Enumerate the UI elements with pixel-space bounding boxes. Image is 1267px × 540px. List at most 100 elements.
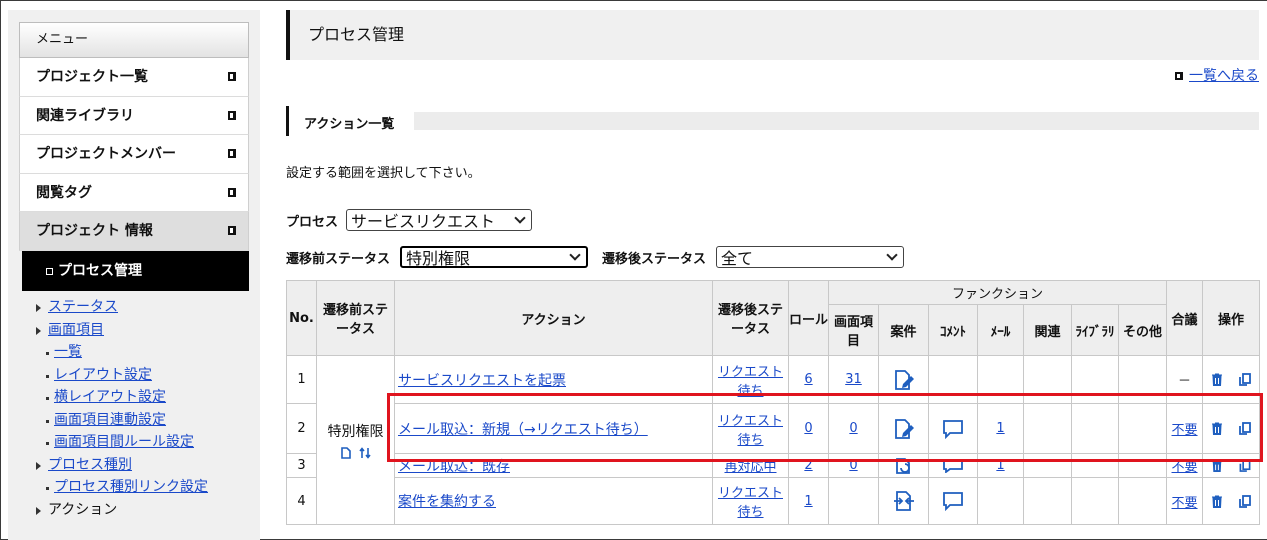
comment-icon[interactable] xyxy=(942,458,964,473)
from-status-select-value: 特別権限 xyxy=(406,249,471,268)
to-status-link[interactable]: リクエスト待ち xyxy=(718,365,783,399)
cell-library xyxy=(1071,453,1119,478)
cell-mail: 1 xyxy=(977,453,1024,478)
section-title-bar xyxy=(286,106,289,136)
role-link[interactable]: 2 xyxy=(804,458,812,473)
tree-link-linkage[interactable]: 画面項目連動設定 xyxy=(54,412,166,428)
to-status-link[interactable]: リクエスト待ち xyxy=(718,414,783,448)
process-select-value: サービスリクエスト xyxy=(351,212,496,231)
cell-library xyxy=(1071,355,1119,404)
cell-related xyxy=(1023,355,1072,404)
header-to-status: 遷移後ステータス xyxy=(712,280,789,356)
header-case: 案件 xyxy=(878,304,929,356)
cell-mail: 1 xyxy=(977,403,1024,454)
back-to-list-link[interactable]: 一覧へ戻る xyxy=(1189,68,1259,84)
bullet-arrow-icon xyxy=(228,72,236,81)
tree-link-status[interactable]: ステータス xyxy=(48,299,118,315)
comment-icon[interactable] xyxy=(942,491,964,511)
trash-icon[interactable] xyxy=(1211,459,1222,472)
sidebar-tree: ステータス 画面項目 一覧 レイアウト設定 横レイアウト設定 画面項目連動設定 … xyxy=(36,296,236,521)
tree-subitem-layout: レイアウト設定 xyxy=(36,364,236,387)
role-link[interactable]: 1 xyxy=(804,494,812,509)
cell-consensus: － xyxy=(1166,355,1204,404)
tree-link-process-type[interactable]: プロセス種別 xyxy=(48,457,132,473)
sidebar-item-related-library[interactable]: 関連ライブラリ xyxy=(19,96,249,135)
case-edit-icon[interactable] xyxy=(893,418,915,440)
operation-icons xyxy=(1203,459,1259,472)
triangle-right-icon xyxy=(36,506,41,515)
tree-link-list[interactable]: 一覧 xyxy=(54,344,82,360)
action-link[interactable]: メール取込：既存 xyxy=(398,459,510,475)
to-status-link[interactable]: リクエスト待ち xyxy=(718,486,783,520)
tree-link-rule[interactable]: 画面項目間ルール設定 xyxy=(54,434,194,450)
consensus-link[interactable]: 不要 xyxy=(1172,423,1198,438)
sidebar-item-label: プロジェクト 情報 xyxy=(36,223,153,239)
screen-items-link[interactable]: 0 xyxy=(849,458,857,473)
comment-icon[interactable] xyxy=(942,419,964,439)
instruction-text: 設定する範囲を選択して下さい。 xyxy=(286,166,481,181)
mail-link[interactable]: 1 xyxy=(996,458,1004,473)
copy-icon[interactable] xyxy=(1238,422,1251,435)
cell-action: サービスリクエストを起票 xyxy=(394,355,713,404)
sidebar-item-label: 閲覧タグ xyxy=(36,184,92,201)
tree-link-h-layout[interactable]: 横レイアウト設定 xyxy=(54,389,166,405)
cell-consensus: 不要 xyxy=(1166,477,1204,525)
table-row: 3 メール取込：既存 再対応中 2 0 1 不要 xyxy=(286,453,1261,478)
from-status-select[interactable]: 特別権限 xyxy=(400,246,589,268)
header-no: No. xyxy=(286,280,317,356)
section-title-rule xyxy=(414,112,1259,130)
header-action: アクション xyxy=(394,280,713,356)
bullet-arrow-icon xyxy=(228,226,236,235)
from-status-text: 特別権限 xyxy=(327,424,384,440)
process-select[interactable]: サービスリクエスト xyxy=(346,209,533,231)
role-link[interactable]: 6 xyxy=(804,372,812,387)
sidebar-subitem-process-management[interactable]: プロセス管理 xyxy=(22,250,249,291)
tree-link-screen-items[interactable]: 画面項目 xyxy=(48,322,104,338)
mail-link[interactable]: 1 xyxy=(996,421,1004,436)
sort-arrows-icon[interactable] xyxy=(358,447,371,459)
screen-items-link[interactable]: 31 xyxy=(845,372,862,387)
dot-bullet-icon xyxy=(46,374,49,378)
sidebar-item-project-list[interactable]: プロジェクト一覧 xyxy=(19,58,249,97)
consensus-link[interactable]: 不要 xyxy=(1172,460,1198,475)
copy-icon[interactable] xyxy=(1238,494,1251,508)
copy-icon[interactable] xyxy=(1238,373,1251,386)
cell-consensus: 不要 xyxy=(1166,403,1204,454)
action-link[interactable]: メール取込：新規（→リクエスト待ち） xyxy=(398,422,648,438)
cell-to-status: リクエスト待ち xyxy=(712,403,789,454)
screen-items-link[interactable]: 0 xyxy=(849,421,857,436)
cell-action: メール取込：既存 xyxy=(394,453,713,478)
tree-subitem-link: 画面項目連動設定 xyxy=(36,409,236,432)
cell-no: 1 xyxy=(286,355,317,404)
action-link[interactable]: サービスリクエストを起票 xyxy=(398,373,566,389)
cell-role: 0 xyxy=(788,403,829,454)
sidebar-menu: メニュー プロジェクト一覧 関連ライブラリ プロジェクトメンバー 閲覧タグ プロ… xyxy=(19,22,249,291)
cell-role: 6 xyxy=(788,355,829,404)
cell-consensus: 不要 xyxy=(1166,453,1204,478)
sidebar-item-project-members[interactable]: プロジェクトメンバー xyxy=(19,135,249,174)
case-merge-icon[interactable] xyxy=(893,490,915,512)
role-link[interactable]: 0 xyxy=(804,421,812,436)
case-return-icon[interactable] xyxy=(894,457,914,474)
cell-other xyxy=(1117,453,1168,478)
trash-icon[interactable] xyxy=(1211,373,1222,386)
copy-icon[interactable] xyxy=(1239,459,1251,472)
tree-item-process-type: プロセス種別 xyxy=(36,454,236,477)
sidebar-item-view-tags[interactable]: 閲覧タグ xyxy=(19,173,249,212)
cell-screen-items: 31 xyxy=(828,355,879,404)
triangle-right-icon xyxy=(36,461,41,470)
tree-link-layout[interactable]: レイアウト設定 xyxy=(54,367,152,383)
tree-link-process-type-link[interactable]: プロセス種別リンク設定 xyxy=(54,479,208,495)
consensus-link[interactable]: 不要 xyxy=(1172,496,1198,511)
to-status-link[interactable]: 再対応中 xyxy=(724,460,776,475)
document-icon[interactable] xyxy=(340,447,351,459)
case-edit-icon[interactable] xyxy=(893,369,915,391)
action-link[interactable]: 案件を集約する xyxy=(398,494,496,510)
table-row: 2 メール取込：新規（→リクエスト待ち） リクエスト待ち 0 0 1 不要 xyxy=(286,403,1261,454)
header-mail: ﾒｰﾙ xyxy=(977,304,1024,356)
header-role: ロール xyxy=(788,280,829,356)
trash-icon[interactable] xyxy=(1211,495,1222,508)
trash-icon[interactable] xyxy=(1211,422,1222,435)
to-status-select[interactable]: 全て xyxy=(716,246,905,268)
sidebar-item-project-info[interactable]: プロジェクト 情報 xyxy=(19,212,249,251)
